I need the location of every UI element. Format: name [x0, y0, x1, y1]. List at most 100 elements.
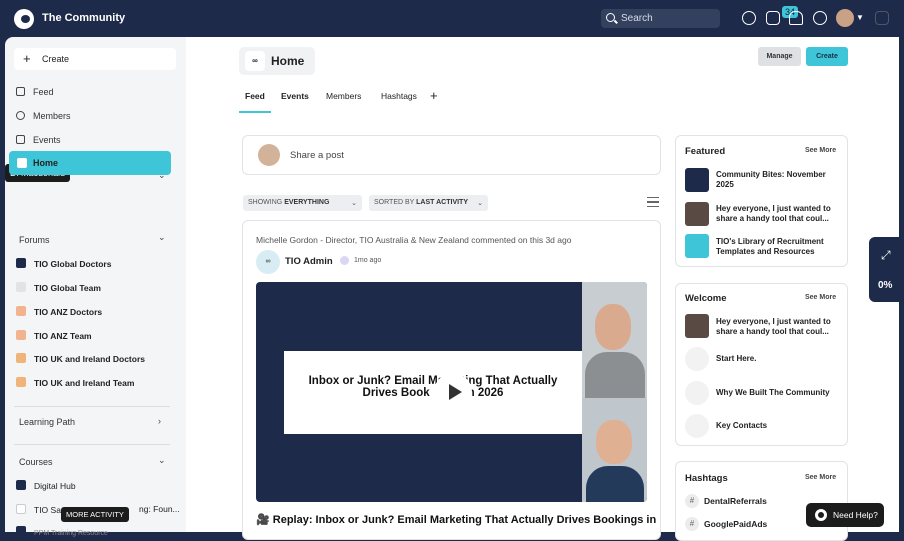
sidebar-item-feed[interactable]: Feed [16, 87, 54, 97]
post-thumbnail [685, 168, 709, 192]
progress-widget[interactable]: ⤢ 0% [869, 237, 904, 302]
featured-heading: Featured [685, 146, 726, 157]
sidebar-course-item[interactable]: Digital Hub [16, 480, 76, 491]
video-title-card: Inbox or Junk? Email Marketing That Actu… [284, 351, 582, 434]
gear-icon[interactable] [813, 11, 827, 25]
forum-label: TIO ANZ Team [34, 331, 92, 341]
featured-item[interactable]: TIO's Library of Recruitment Templates a… [716, 237, 841, 257]
page-title: Home [239, 47, 315, 75]
hashtags-see-more-link[interactable]: See More [805, 474, 836, 481]
featured-item[interactable]: Hey everyone, I just wanted to share a h… [716, 204, 841, 224]
speaker-photo [582, 398, 647, 502]
forum-label: TIO Global Doctors [34, 259, 112, 269]
top-bar: The Community Search 34 ▼ [0, 0, 904, 37]
welcome-item[interactable]: Key Contacts [716, 421, 841, 431]
chat-icon[interactable] [766, 11, 780, 25]
courses-section-title[interactable]: Courses [19, 457, 53, 467]
video-title-text: Drives Book [362, 387, 430, 399]
featured-item[interactable]: Community Bites: November 2025 [716, 170, 841, 190]
feed-icon [16, 87, 25, 96]
course-icon [16, 526, 26, 536]
tab-feed[interactable]: Feed [245, 91, 265, 101]
chevron-down-icon[interactable]: ⌄ [158, 455, 166, 466]
sidebar-course-item[interactable]: TIO Sa [16, 504, 61, 515]
create-button[interactable]: Create [14, 48, 176, 70]
document-icon [685, 234, 709, 258]
sort-dropdown[interactable]: SORTED BY LAST ACTIVITY ⌄ [369, 195, 488, 211]
bell-icon[interactable] [789, 11, 803, 25]
welcome-item[interactable]: Hey everyone, I just wanted to share a h… [716, 317, 841, 337]
explore-icon[interactable] [742, 11, 756, 25]
play-icon[interactable] [434, 373, 472, 411]
divider [14, 444, 170, 445]
sort-prefix: SORTED BY [374, 199, 415, 206]
filter-prefix: SHOWING [248, 199, 283, 206]
post-title[interactable]: 🎥 Replay: Inbox or Junk? Email Marketing… [256, 513, 656, 526]
post-author[interactable]: TIO Admin [285, 256, 333, 267]
welcome-see-more-link[interactable]: See More [805, 294, 836, 301]
hashtag-item[interactable]: GooglePaidAds [704, 519, 767, 529]
tab-hashtags[interactable]: Hashtags [381, 91, 417, 101]
sidebar-item-events[interactable]: Events [16, 135, 61, 145]
share-post-placeholder[interactable]: Share a post [290, 150, 344, 161]
forum-label: TIO UK and Ireland Doctors [34, 354, 145, 364]
featured-see-more-link[interactable]: See More [805, 147, 836, 154]
welcome-item[interactable]: Start Here. [716, 354, 841, 364]
sidebar-forum-item[interactable]: TIO ANZ Doctors [16, 306, 102, 317]
sidebar-forum-item[interactable]: TIO Global Team [16, 282, 101, 293]
video-title-text: Inbox or Junk? Email Ma [308, 375, 445, 387]
user-avatar[interactable] [836, 9, 854, 27]
divider [14, 406, 170, 407]
expand-icon[interactable]: ⤢ [881, 248, 891, 263]
forums-section-title[interactable]: Forums [19, 235, 50, 245]
post-thumbnail [685, 314, 709, 338]
video-player[interactable]: Inbox or Junk? Email Marketing That Actu… [256, 282, 647, 502]
sidebar-item-label: Feed [33, 87, 54, 97]
speaker-photo [582, 282, 647, 398]
manage-button[interactable]: Manage [758, 47, 801, 66]
more-activity-tooltip[interactable]: MORE ACTIVITY [61, 507, 129, 522]
filter-dropdown[interactable]: SHOWING EVERYTHING ⌄ [243, 195, 362, 211]
video-title-text: n 2026 [467, 387, 504, 399]
brand-name[interactable]: The Community [42, 12, 125, 24]
welcome-item[interactable]: Why We Built The Community [716, 388, 841, 398]
course-label: Digital Hub [34, 481, 76, 491]
forum-icon [16, 306, 26, 316]
sidebar-item-home[interactable]: Home [9, 151, 171, 175]
community-logo-icon[interactable] [14, 9, 34, 29]
course-label: TIO Sa [34, 505, 61, 515]
forum-label: TIO Global Team [34, 283, 101, 293]
tab-events[interactable]: Events [281, 91, 309, 101]
welcome-heading: Welcome [685, 293, 727, 304]
hashtag-icon: # [685, 494, 699, 508]
chevron-down-icon[interactable]: ⌄ [158, 232, 166, 243]
avatar [258, 144, 280, 166]
add-tab-button[interactable]: + [430, 88, 438, 103]
forum-icon [16, 258, 26, 268]
course-icon [16, 480, 26, 490]
hashtag-item[interactable]: DentalReferrals [704, 496, 767, 506]
forum-icon [16, 282, 26, 292]
sidebar-forum-item[interactable]: TIO Global Doctors [16, 258, 111, 269]
active-tab-indicator [239, 111, 271, 113]
chevron-right-icon[interactable]: › [158, 416, 161, 426]
sidebar-forum-item[interactable]: TIO UK and Ireland Doctors [16, 353, 145, 364]
sparkle-icon[interactable] [875, 11, 889, 25]
chevron-down-icon[interactable]: ▼ [856, 13, 864, 22]
search-input[interactable]: Search [601, 9, 720, 28]
post-thumbnail [685, 381, 709, 405]
course-label: PPM Training Resource [34, 530, 108, 537]
members-icon [16, 111, 25, 120]
search-icon [606, 13, 615, 22]
author-avatar[interactable]: ∞ [256, 250, 280, 274]
tab-members[interactable]: Members [326, 91, 361, 101]
forum-label: TIO ANZ Doctors [34, 307, 103, 317]
sidebar-item-members[interactable]: Members [16, 111, 71, 121]
sidebar-forum-item[interactable]: TIO ANZ Team [16, 330, 92, 341]
sidebar-forum-item[interactable]: TIO UK and Ireland Team [16, 377, 134, 388]
hashtags-heading: Hashtags [685, 473, 728, 484]
forum-icon [16, 330, 26, 340]
list-view-icon[interactable] [647, 197, 659, 207]
create-page-button[interactable]: Create [806, 47, 848, 66]
learning-path-section-title[interactable]: Learning Path [19, 417, 75, 427]
